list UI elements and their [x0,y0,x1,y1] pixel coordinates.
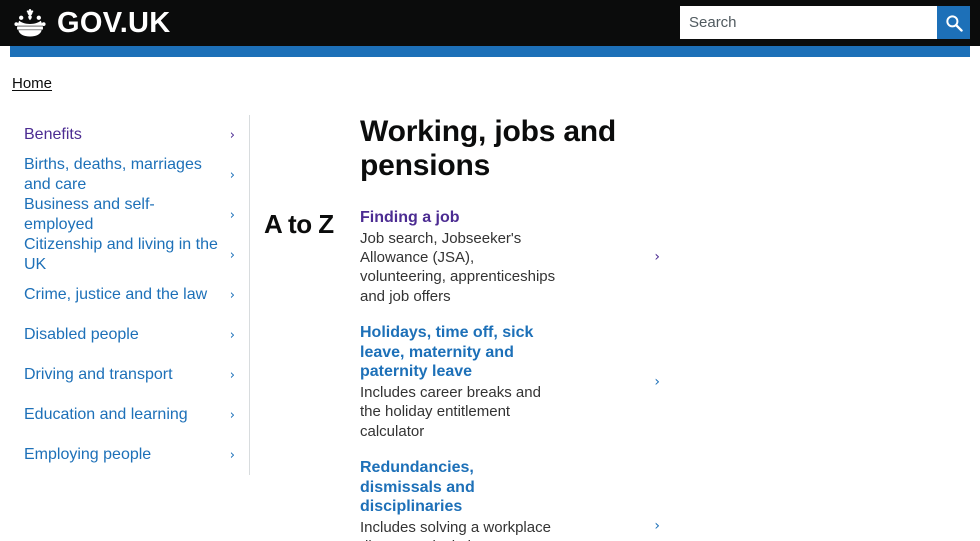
topic-body: Redundancies, dismissals and disciplinar… [360,458,560,541]
a-to-z-section: A to Z Finding a job Job search, Jobseek… [264,208,980,541]
sidebar-item-education-and-learning[interactable]: Education and learning › [0,395,249,435]
topic-body: Finding a job Job search, Jobseeker's Al… [360,208,560,306]
sidebar-item-business-and-self-employed[interactable]: Business and self-employed › [0,195,249,235]
topic-title: Finding a job [360,209,460,227]
site-header: GOV.UK [0,0,980,46]
topic-description: Job search, Jobseeker's Allowance (JSA),… [360,230,556,305]
search-submit-button[interactable] [937,6,970,39]
sidebar-item-label: Crime, justice and the law [24,286,208,303]
topic-body: Holidays, time off, sick leave, maternit… [360,323,560,441]
sidebar-item-label: Citizenship and living in the UK [24,236,218,273]
chevron-right-icon: › [229,287,235,303]
govuk-logo-text: GOV.UK [57,6,171,39]
crown-icon [12,8,48,38]
chevron-right-icon: › [654,518,660,535]
breadcrumb-item-home[interactable]: Home [12,75,52,92]
chevron-right-icon: › [229,247,235,263]
header-blue-bar [10,46,970,57]
chevron-right-icon: › [229,127,235,143]
topic-description: Includes career breaks and the holiday e… [360,384,541,440]
chevron-right-icon: › [229,207,235,223]
topic-title: Holidays, time off, sick leave, maternit… [360,323,534,381]
topic-item-holidays-time-off-sick-leave-maternity-and-paternity-leave[interactable]: Holidays, time off, sick leave, maternit… [360,323,660,458]
chevron-right-icon: › [229,167,235,183]
page-title: Working, jobs and pensions [360,115,617,182]
sidebar-item-label: Disabled people [24,326,139,343]
sidebar-item-label: Employing people [24,446,152,463]
breadcrumb: Home [0,57,980,93]
topic-title: Redundancies, dismissals and disciplinar… [360,458,475,516]
sidebar-item-crime-justice-and-the-law[interactable]: Crime, justice and the law › [0,275,249,315]
sidebar-item-label: Driving and transport [24,366,173,383]
chevron-right-icon: › [229,367,235,383]
chevron-right-icon: › [229,327,235,343]
sidebar-item-disabled-people[interactable]: Disabled people › [0,315,249,355]
topic-item-finding-a-job[interactable]: Finding a job Job search, Jobseeker's Al… [360,208,660,323]
chevron-right-icon: › [229,407,235,423]
main-content: Working, jobs and pensions A to Z Findin… [250,115,980,541]
search-form [680,6,970,39]
sidebar-item-label: Benefits [24,126,82,143]
sidebar-item-driving-and-transport[interactable]: Driving and transport › [0,355,249,395]
sidebar-item-citizenship-and-living-in-the-uk[interactable]: Citizenship and living in the UK › [0,235,249,275]
sidebar-item-births-deaths-marriages-and-care[interactable]: Births, deaths, marriages and care › [0,155,249,195]
page-layout: Benefits › Births, deaths, marriages and… [0,93,980,541]
topic-list: Finding a job Job search, Jobseeker's Al… [360,208,980,541]
topic-description: Includes solving a workplace dispute, ca… [360,519,551,541]
chevron-right-icon: › [229,447,235,463]
sidebar-item-employing-people[interactable]: Employing people › [0,435,249,475]
search-input[interactable] [680,6,937,39]
sidebar-item-label: Education and learning [24,406,188,423]
govuk-logo-link[interactable]: GOV.UK [12,8,171,38]
chevron-right-icon: › [654,248,660,265]
sidebar-item-benefits[interactable]: Benefits › [0,115,249,155]
search-icon [945,14,963,32]
sidebar-item-label: Business and self-employed [24,196,155,233]
a-to-z-label: A to Z [264,209,334,240]
topic-item-redundancies-dismissals-and-disciplinaries[interactable]: Redundancies, dismissals and disciplinar… [360,458,660,541]
chevron-right-icon: › [654,373,660,390]
topic-sidebar: Benefits › Births, deaths, marriages and… [0,115,250,475]
sidebar-item-label: Births, deaths, marriages and care [24,156,202,193]
